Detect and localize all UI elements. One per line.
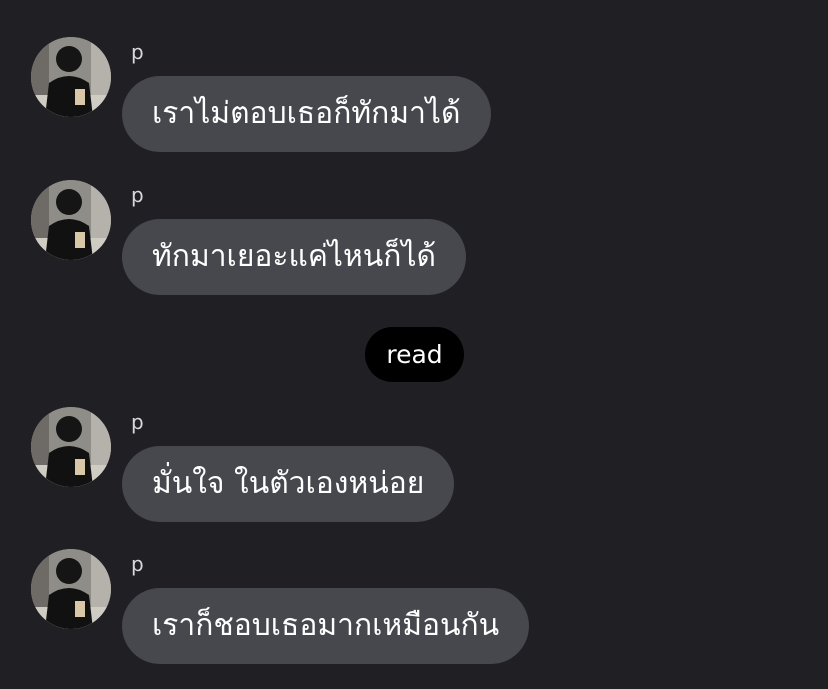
avatar[interactable] — [31, 37, 111, 117]
sender-name: p — [131, 183, 144, 207]
avatar[interactable] — [31, 549, 111, 629]
read-receipt: read — [365, 327, 464, 382]
message-bubble[interactable]: เราก็ชอบเธอมากเหมือนกัน — [122, 588, 530, 664]
sender-name: p — [131, 552, 144, 576]
message-bubble[interactable]: มั่นใจ ในตัวเองหน่อย — [122, 446, 455, 522]
avatar-photo — [31, 180, 111, 260]
sender-name: p — [131, 40, 144, 64]
avatar-photo — [31, 407, 111, 487]
chat-thread: p เราไม่ตอบเธอก็ทักมาได้ p ทักมาเยอะแค่ไ… — [0, 0, 828, 689]
avatar[interactable] — [31, 407, 111, 487]
avatar-photo — [31, 549, 111, 629]
avatar-photo — [31, 37, 111, 117]
sender-name: p — [131, 410, 144, 434]
avatar[interactable] — [31, 180, 111, 260]
message-bubble[interactable]: เราไม่ตอบเธอก็ทักมาได้ — [122, 76, 491, 152]
message-bubble[interactable]: ทักมาเยอะแค่ไหนก็ได้ — [122, 219, 467, 295]
